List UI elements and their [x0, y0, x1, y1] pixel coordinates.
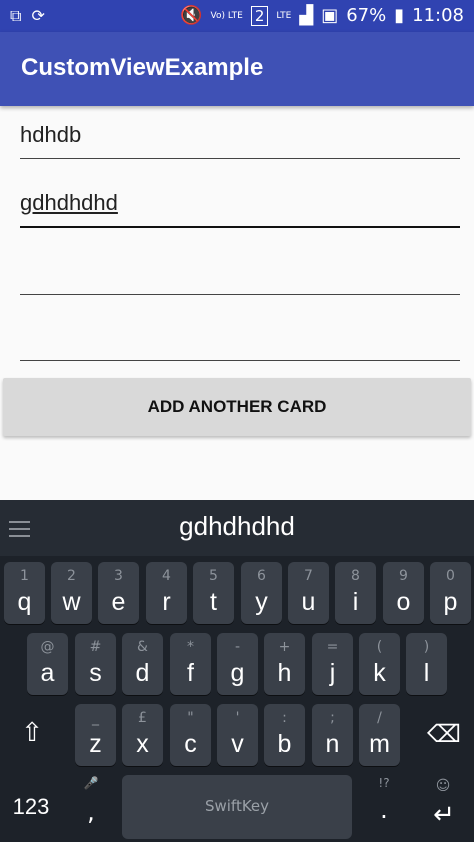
battery-percent: 67%: [346, 5, 387, 26]
key-m[interactable]: / m: [359, 704, 400, 766]
card-field-3[interactable]: [20, 254, 460, 298]
signal-icon: ▟: [299, 5, 314, 26]
key-a[interactable]: @ a: [27, 633, 68, 695]
key-d[interactable]: & d: [122, 633, 163, 695]
key-f[interactable]: * f: [170, 633, 211, 695]
key-p[interactable]: 0p: [430, 562, 471, 624]
key-j[interactable]: = j: [312, 633, 353, 695]
key-o[interactable]: 9o: [383, 562, 424, 624]
key-k[interactable]: (k: [359, 633, 400, 695]
key-t[interactable]: 5t: [193, 562, 234, 624]
smiley-icon[interactable]: ☺: [428, 778, 458, 794]
suggestion-word[interactable]: gdhdhdhd: [0, 511, 474, 542]
key-x[interactable]: £ x: [122, 704, 163, 766]
card-field-2[interactable]: gdhdhdhd: [20, 186, 460, 230]
key-s[interactable]: # s: [75, 633, 116, 695]
key-r[interactable]: 4r: [146, 562, 187, 624]
status-right-icons: 🔇 Vo) LTE 2 LTE ▟ ▣ 67% ▮ 11:08: [180, 5, 464, 26]
key-n[interactable]: ; n: [312, 704, 353, 766]
period-label: .: [380, 796, 388, 824]
card-field-4[interactable]: [20, 320, 460, 364]
space-bar[interactable]: SwiftKey: [122, 775, 352, 839]
key-v[interactable]: ' v: [217, 704, 258, 766]
key-u[interactable]: 7u: [288, 562, 329, 624]
key-q[interactable]: 1q: [4, 562, 45, 624]
card-field-2-value: gdhdhdhd: [20, 190, 118, 215]
shift-icon[interactable]: ⇧: [14, 718, 50, 748]
key-l[interactable]: ) l: [406, 633, 447, 695]
lte-label: LTE: [276, 10, 292, 21]
period-sub-label: !?: [378, 776, 390, 790]
status-bar: ⧉ ⟳ 🔇 Vo) LTE 2 LTE ▟ ▣ 67% ▮ 11:08: [0, 0, 474, 32]
swiftkey-logo: SwiftKey: [204, 797, 270, 815]
sync-icon: ⟳: [31, 6, 45, 25]
card-field-4-underline: [20, 360, 460, 361]
comma-key[interactable]: 🎤 ,: [75, 776, 107, 840]
app-bar: CustomViewExample: [0, 32, 474, 106]
screenshot-icon: ⧉: [10, 6, 22, 25]
enter-icon[interactable]: ↵: [424, 800, 464, 830]
backspace-icon[interactable]: ⌫: [424, 720, 464, 748]
key-c[interactable]: " c: [170, 704, 211, 766]
card-field-1-value: hdhdb: [20, 122, 82, 147]
volte-label: Vo) LTE: [210, 10, 243, 21]
numbers-key[interactable]: 123: [6, 794, 56, 820]
suggestion-bar: gdhdhdhd: [0, 500, 474, 556]
clock: 11:08: [412, 5, 464, 26]
card-field-1[interactable]: hdhdb: [20, 118, 460, 162]
key-i[interactable]: 8i: [335, 562, 376, 624]
signal-icon-2: ▣: [321, 5, 339, 26]
key-b[interactable]: :b: [264, 704, 305, 766]
app-title: CustomViewExample: [21, 54, 264, 81]
card-field-3-underline: [20, 294, 460, 295]
comma-label: ,: [87, 798, 95, 826]
key-z[interactable]: _ z: [75, 704, 116, 766]
card-field-1-underline: [20, 158, 460, 159]
card-field-2-underline: [20, 226, 460, 228]
key-y[interactable]: 6y: [241, 562, 282, 624]
add-another-card-button[interactable]: ADD ANOTHER CARD: [3, 378, 471, 436]
key-h[interactable]: + h: [264, 633, 305, 695]
sim-indicator: 2: [250, 5, 269, 26]
battery-icon: ▮: [394, 5, 405, 26]
microphone-icon: 🎤: [83, 776, 99, 790]
status-left-icons: ⧉ ⟳: [10, 6, 45, 26]
key-g[interactable]: -g: [217, 633, 258, 695]
period-key[interactable]: !? .: [368, 776, 400, 840]
key-w[interactable]: 2w: [51, 562, 92, 624]
mute-icon: 🔇: [180, 5, 203, 26]
key-e[interactable]: 3e: [98, 562, 139, 624]
